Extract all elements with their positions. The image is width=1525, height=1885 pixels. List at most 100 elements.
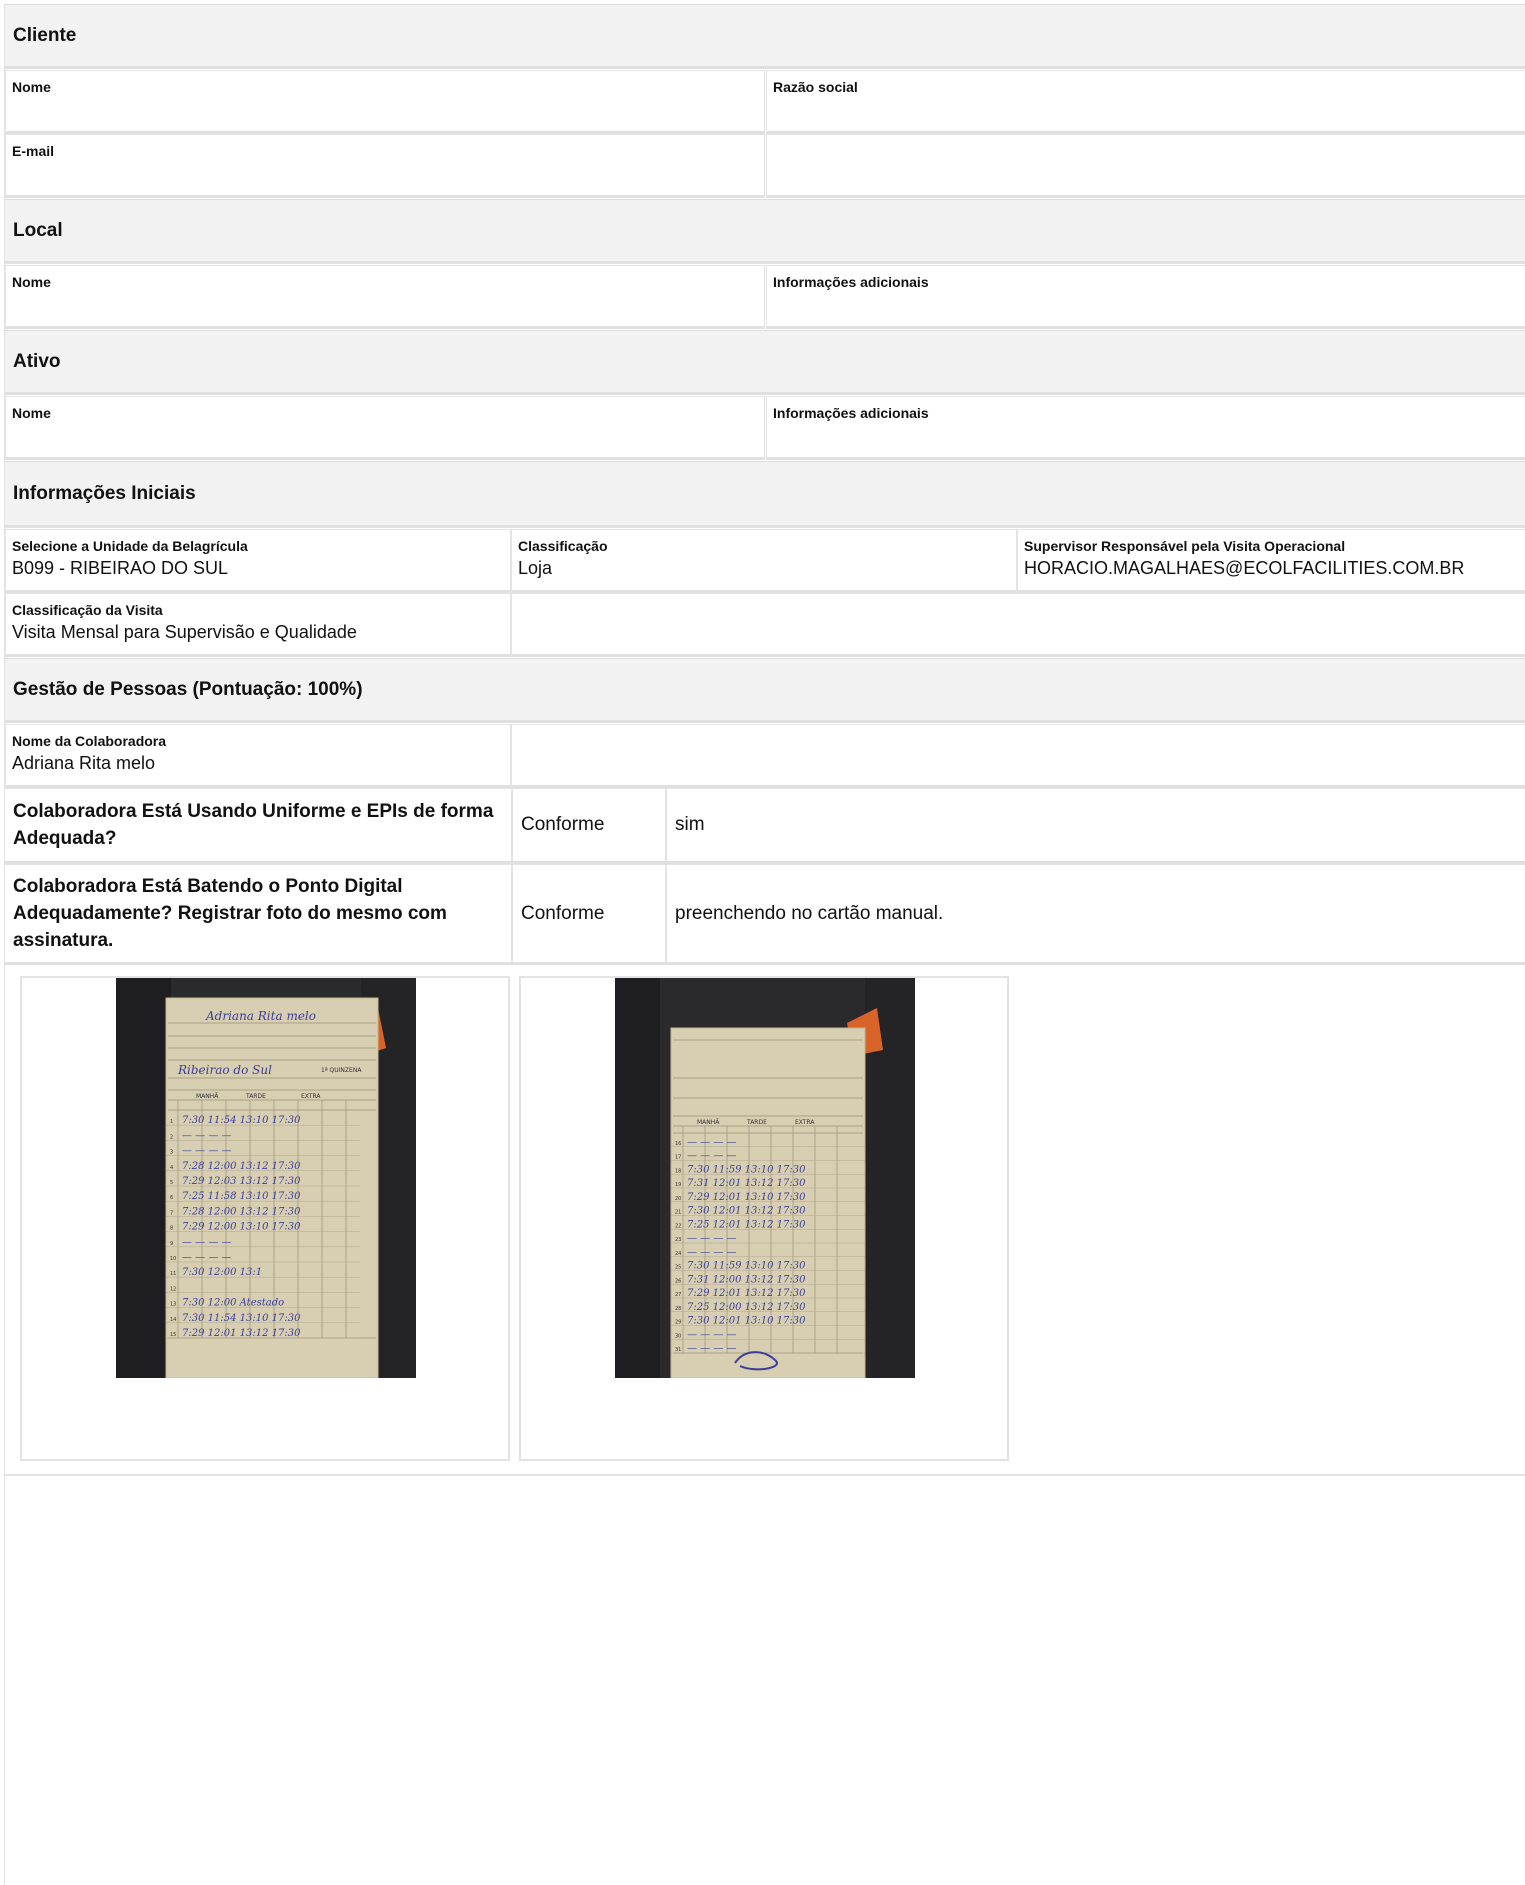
question-title: Colaboradora Está Usando Uniforme e EPIs… (13, 801, 494, 849)
card-day-number: 12 (170, 1286, 176, 1292)
field-label: Informações adicionais (773, 274, 929, 290)
card-day-number: 21 (675, 1210, 681, 1216)
card-day-number: 18 (675, 1168, 681, 1174)
card-handwritten-times: 7:31 12:00 13:12 17:30 (687, 1274, 806, 1285)
card-handwritten-times: 7:29 12:01 13:12 17:30 (182, 1328, 301, 1339)
card-handwritten-times: — — — — (687, 1247, 737, 1258)
card-handwritten-times: — — — — (687, 1343, 737, 1354)
card-day-number: 22 (675, 1223, 681, 1229)
question-comment: sim (675, 814, 705, 835)
timecard-photo-2: MANHÃ TARDE EXTRA 16 — — — — 17 — — — — 18 7:… (615, 978, 915, 1378)
field-unidade: Selecione a Unidade da Belagrícula B099 … (5, 529, 511, 593)
section-header-gestao-pessoas: Gestão de Pessoas (Pontuação: 100%) (5, 658, 1525, 723)
question-comment-cell: preenchendo no cartão manual. (667, 865, 1525, 962)
card-day-number: 15 (170, 1332, 176, 1338)
card-handwritten-times: — — — — (182, 1146, 232, 1157)
card-day-number: 4 (170, 1165, 173, 1171)
field-cliente-razao-social: Razão social (766, 70, 1525, 134)
card-handwritten-times: 7:29 12:01 13:12 17:30 (687, 1288, 806, 1299)
report-page: Cliente Nome Razão social E-mail Local N… (4, 4, 1525, 1885)
card-day-number: 7 (170, 1210, 173, 1216)
field-value: Loja (518, 558, 553, 578)
field-classificacao-visita: Classificação da Visita Visita Mensal pa… (5, 593, 511, 657)
field-cliente-email: E-mail (5, 134, 765, 198)
card-handwritten-times: 7:30 11:54 13:10 17:30 (182, 1313, 301, 1324)
card-handwritten-times: — — — — (687, 1233, 737, 1244)
field-cliente-nome: Nome (5, 70, 765, 134)
card-day-number: 10 (170, 1256, 176, 1262)
card-day-number: 30 (675, 1333, 681, 1339)
card-handwritten-times: 7:30 11:54 13:10 17:30 (182, 1115, 301, 1126)
card-day-number: 31 (675, 1347, 681, 1353)
card-day-number: 14 (170, 1317, 176, 1323)
card-handwritten-times: 7:30 12:01 13:12 17:30 (687, 1206, 806, 1217)
question-title: Colaboradora Está Batendo o Ponto Digita… (13, 876, 447, 951)
field-value: B099 - RIBEIRAO DO SUL (12, 558, 229, 578)
card-handwritten-times: — — — — (687, 1137, 737, 1148)
col-extra: EXTRA (795, 1119, 815, 1126)
question-status: Conforme (521, 902, 605, 924)
card-handwritten-times: 7:29 12:03 13:12 17:30 (182, 1176, 301, 1187)
field-classificacao: Classificação Loja (511, 529, 1017, 593)
empty-cell (511, 593, 1525, 657)
card-day-number: 16 (675, 1141, 681, 1147)
field-ativo-nome: Nome (5, 396, 765, 460)
section-title: Informações Iniciais (13, 482, 196, 504)
col-extra: EXTRA (301, 1093, 321, 1100)
card-handwritten-times: 7:25 12:01 13:12 17:30 (687, 1219, 806, 1230)
card-day-number: 24 (675, 1251, 681, 1257)
empty-cell (766, 134, 1525, 198)
card-day-number: 5 (170, 1180, 173, 1186)
field-label: Classificação (518, 538, 608, 554)
section-title: Gestão de Pessoas (Pontuação: 100%) (13, 678, 363, 700)
field-label: Informações adicionais (773, 405, 929, 421)
field-local-nome: Nome (5, 265, 765, 329)
question-title-cell: Colaboradora Está Usando Uniforme e EPIs… (5, 789, 513, 861)
card-day-number: 6 (170, 1195, 173, 1201)
photo-attachment-1[interactable]: Adriana Rita melo Ribeirao do Sul 1ª QUI… (20, 976, 510, 1461)
col-tarde: TARDE (245, 1093, 266, 1100)
card-day-number: 1 (170, 1119, 173, 1125)
section-title: Local (13, 219, 63, 241)
section-title: Ativo (13, 350, 61, 372)
field-label: Selecione a Unidade da Belagrícula (12, 538, 248, 554)
field-label: Nome (12, 79, 51, 95)
field-supervisor: Supervisor Responsável pela Visita Opera… (1017, 529, 1525, 593)
card-handwritten-times: 7:30 11:59 13:10 17:30 (687, 1261, 806, 1272)
field-label: E-mail (12, 143, 55, 159)
card-day-number: 13 (170, 1302, 176, 1308)
question-title-cell: Colaboradora Está Batendo o Ponto Digita… (5, 865, 513, 962)
card-day-number: 2 (170, 1134, 173, 1140)
card-day-number: 23 (675, 1237, 681, 1243)
card-handwritten-times: 7:31 12:01 13:12 17:30 (687, 1178, 806, 1189)
field-ativo-info: Informações adicionais (766, 396, 1525, 460)
card-day-number: 9 (170, 1241, 173, 1247)
col-manha: MANHÃ (196, 1093, 219, 1100)
card-handwritten-times: — — — — (687, 1329, 737, 1340)
question-comment: preenchendo no cartão manual. (675, 902, 944, 924)
card-handwritten-times: 7:30 12:01 13:10 17:30 (687, 1316, 806, 1327)
handwritten-place: Ribeirao do Sul (177, 1063, 272, 1077)
field-label: Nome (12, 405, 51, 421)
card-day-number: 11 (170, 1271, 176, 1277)
question-status: Conforme (521, 814, 605, 835)
card-day-number: 20 (675, 1196, 681, 1202)
card-handwritten-times: 7:25 12:00 13:12 17:30 (687, 1302, 806, 1313)
empty-cell (511, 724, 1525, 788)
card-handwritten-times: 7:30 11:59 13:10 17:30 (687, 1164, 806, 1175)
field-value: Adriana Rita melo (12, 753, 156, 773)
field-label: Nome da Colaboradora (12, 733, 167, 749)
photo-attachment-2[interactable]: MANHÃ TARDE EXTRA 16 — — — — 17 — — — — 18 7:… (519, 976, 1009, 1461)
question-status-cell: Conforme (513, 865, 667, 962)
section-title: Cliente (13, 24, 77, 46)
field-value: HORACIO.MAGALHAES@ECOLFACILITIES.COM.BR (1024, 558, 1465, 578)
card-handwritten-times: — — — — (182, 1237, 232, 1248)
section-header-cliente: Cliente (5, 4, 1525, 69)
card-handwritten-times: 7:29 12:00 13:10 17:30 (182, 1222, 301, 1233)
quinzena-label: 1ª QUINZENA (321, 1067, 362, 1074)
section-header-ativo: Ativo (5, 330, 1525, 395)
card-handwritten-times: — — — — (687, 1151, 737, 1162)
col-manha: MANHÃ (697, 1119, 720, 1126)
card-handwritten-times: 7:28 12:00 13:12 17:30 (182, 1206, 301, 1217)
section-header-informacoes-iniciais: Informações Iniciais (5, 461, 1525, 528)
